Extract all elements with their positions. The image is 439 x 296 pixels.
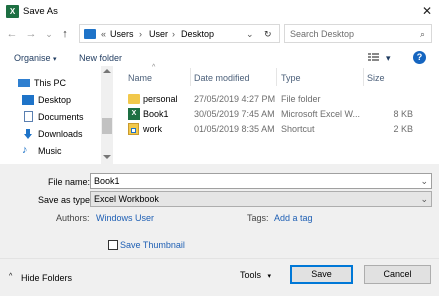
- chevron-up-icon[interactable]: ^: [9, 271, 12, 283]
- chevron-down-icon: ⌄: [420, 194, 428, 204]
- sidebar-item-documents[interactable]: Documents: [24, 110, 84, 124]
- sidebar-item-label: Desktop: [38, 95, 72, 105]
- file-name-value: Book1: [94, 176, 120, 186]
- window-title: Save As: [23, 6, 58, 17]
- file-name-field[interactable]: Book1 ⌄: [90, 173, 432, 189]
- sidebar-item-label: This PC: [34, 78, 67, 88]
- file-type: File folder: [281, 94, 321, 104]
- sidebar-scrollbar-thumb[interactable]: [102, 118, 112, 134]
- excel-file-icon: X: [128, 108, 140, 120]
- organise-menu[interactable]: Organise ▾: [14, 52, 57, 66]
- documents-icon: [24, 111, 33, 122]
- list-item[interactable]: work 01/05/2019 8:35 AM Shortcut 2 KB: [128, 122, 418, 136]
- sidebar-item-label: Documents: [38, 112, 84, 122]
- breadcrumb-user[interactable]: User: [149, 28, 168, 40]
- save-thumbnail-label[interactable]: Save Thumbnail: [120, 239, 185, 251]
- breadcrumb-separator-icon[interactable]: ›: [139, 28, 142, 40]
- view-dropdown-icon[interactable]: ▾: [386, 52, 391, 64]
- column-divider[interactable]: [276, 68, 277, 86]
- sort-caret-icon: ^: [152, 64, 156, 71]
- breadcrumb-separator-icon[interactable]: ›: [172, 28, 175, 40]
- tags-label: Tags:: [247, 213, 269, 223]
- folder-icon: [128, 94, 140, 104]
- navigation-pane: This PC Desktop Documents Downloads ♪ Mu…: [0, 66, 114, 164]
- scroll-down-arrow-icon[interactable]: [103, 155, 111, 159]
- sidebar-item-desktop[interactable]: Desktop: [22, 93, 72, 107]
- overflow-chevron-icon[interactable]: «: [101, 28, 106, 40]
- column-header-type[interactable]: Type: [281, 72, 301, 84]
- sidebar-item-downloads[interactable]: Downloads: [24, 127, 83, 141]
- new-folder-button[interactable]: New folder: [79, 52, 122, 64]
- organise-label: Organise: [14, 53, 51, 63]
- file-name: work: [143, 124, 163, 134]
- location-folder-icon: [84, 29, 96, 39]
- cancel-button[interactable]: Cancel: [364, 265, 431, 284]
- search-input[interactable]: Search Desktop: [290, 28, 354, 40]
- excel-icon: X: [6, 5, 19, 18]
- column-header-date[interactable]: Date modified: [194, 72, 250, 84]
- authors-label: Authors:: [56, 213, 90, 223]
- file-date: 30/05/2019 7:45 AM: [194, 109, 275, 119]
- breadcrumb-desktop[interactable]: Desktop: [181, 28, 214, 40]
- save-thumbnail-checkbox[interactable]: [108, 240, 118, 250]
- music-icon: ♪: [22, 144, 28, 156]
- breadcrumb-users[interactable]: Users: [110, 28, 134, 40]
- list-item[interactable]: X Book1 30/05/2019 7:45 AM Microsoft Exc…: [128, 107, 418, 121]
- recent-locations-dropdown-icon[interactable]: ⌄: [42, 27, 56, 41]
- monitor-icon: [18, 79, 30, 87]
- search-icon: ⌕: [419, 29, 425, 39]
- file-name: Book1: [143, 109, 169, 119]
- search-box[interactable]: Search Desktop ⌕: [284, 24, 432, 43]
- file-date: 27/05/2019 4:27 PM: [194, 94, 276, 104]
- file-size: 8 KB: [393, 109, 413, 119]
- hide-folders-button[interactable]: Hide Folders: [21, 272, 72, 284]
- back-arrow-icon[interactable]: ←: [5, 27, 19, 41]
- scroll-up-arrow-icon[interactable]: [103, 69, 111, 73]
- address-bar[interactable]: « Users › User › Desktop ⌄ ↻: [79, 24, 280, 43]
- file-size: 2 KB: [393, 124, 413, 134]
- save-type-select[interactable]: Excel Workbook ⌄: [90, 191, 432, 207]
- authors-value[interactable]: Windows User: [96, 212, 154, 224]
- address-dropdown-icon[interactable]: ⌄: [246, 28, 254, 40]
- tags-input[interactable]: Add a tag: [274, 212, 313, 224]
- file-name: personal: [143, 94, 178, 104]
- shortcut-icon: [128, 123, 139, 135]
- downloads-icon: [22, 129, 34, 139]
- chevron-down-icon[interactable]: ⌄: [420, 174, 428, 188]
- save-button[interactable]: Save: [290, 265, 353, 284]
- chevron-down-icon: ▾: [267, 273, 272, 280]
- column-divider[interactable]: [190, 68, 191, 86]
- help-icon[interactable]: ?: [413, 51, 426, 64]
- save-type-label: Save as type:: [38, 195, 93, 205]
- tools-menu[interactable]: Tools ▾: [240, 269, 271, 283]
- divider: [0, 258, 439, 259]
- sidebar-item-label: Music: [38, 146, 62, 156]
- close-icon[interactable]: ✕: [419, 3, 435, 19]
- column-divider[interactable]: [363, 68, 364, 86]
- sidebar-scrollbar[interactable]: [101, 66, 113, 164]
- refresh-icon[interactable]: ↻: [264, 28, 272, 40]
- forward-arrow-icon[interactable]: →: [24, 27, 38, 41]
- file-name-label: File name:: [48, 177, 91, 187]
- file-type: Shortcut: [281, 124, 315, 134]
- file-type: Microsoft Excel W...: [281, 109, 361, 119]
- list-item[interactable]: personal 27/05/2019 4:27 PM File folder: [128, 92, 418, 106]
- sidebar-item-this-pc[interactable]: This PC: [18, 76, 67, 90]
- title-bar: [0, 0, 439, 22]
- column-header-name[interactable]: Name: [128, 72, 152, 84]
- save-type-value: Excel Workbook: [94, 194, 159, 204]
- sidebar-item-music[interactable]: ♪ Music: [22, 144, 62, 158]
- sidebar-item-label: Downloads: [38, 129, 83, 139]
- file-date: 01/05/2019 8:35 AM: [194, 124, 275, 134]
- chevron-down-icon: ▾: [53, 56, 57, 63]
- up-arrow-icon[interactable]: ↑: [58, 27, 72, 41]
- tools-label: Tools: [240, 270, 262, 280]
- view-options-icon[interactable]: [368, 53, 380, 62]
- column-header-size[interactable]: Size: [367, 72, 385, 84]
- desktop-folder-icon: [22, 95, 34, 105]
